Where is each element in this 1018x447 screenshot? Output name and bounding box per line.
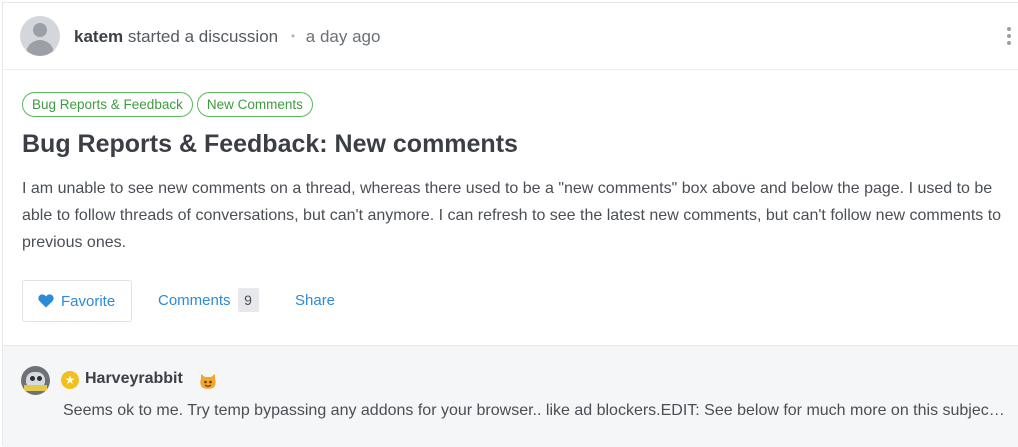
header-action: started a discussion: [127, 27, 279, 46]
reply-preview[interactable]: ★ Harveyrabbit Seems ok to me. Try temp …: [3, 345, 1018, 447]
tag-list: Bug Reports & Feedback New Comments: [22, 92, 313, 117]
discussion-card: katem started a discussion • a day ago B…: [2, 2, 1018, 447]
discussion-body: I am unable to see new comments on a thr…: [22, 180, 1002, 251]
reply-text: Seems ok to me. Try temp bypassing any a…: [63, 402, 1008, 419]
post-time: a day ago: [305, 27, 381, 46]
avatar-eye: [37, 376, 42, 381]
meta-separator: •: [290, 29, 296, 43]
avatar-body: [26, 40, 54, 56]
tag-new-comments[interactable]: New Comments: [196, 92, 313, 117]
share-button[interactable]: Share: [295, 292, 335, 309]
comments-label: Comments: [158, 291, 231, 309]
kebab-menu-icon[interactable]: [1006, 27, 1012, 47]
discussion-header: katem started a discussion • a day ago: [3, 3, 1018, 70]
avatar-sash: [24, 385, 47, 391]
kebab-dot: [1007, 41, 1011, 45]
kebab-dot: [1007, 34, 1011, 38]
avatar-eye: [30, 376, 35, 381]
tag-bug-reports[interactable]: Bug Reports & Feedback: [22, 92, 193, 117]
reply-author[interactable]: Harveyrabbit: [85, 370, 183, 388]
favorite-label: Favorite: [61, 292, 116, 310]
star-badge-icon: ★: [61, 371, 79, 389]
author-name[interactable]: katem: [74, 27, 123, 46]
avatar-head: [33, 23, 47, 37]
favorite-button[interactable]: Favorite: [22, 280, 132, 322]
comments-button[interactable]: Comments 9: [158, 288, 259, 312]
cat-emoji-icon: [200, 374, 216, 389]
author-avatar[interactable]: [20, 16, 60, 56]
discussion-title: Bug Reports & Feedback: New comments: [22, 130, 518, 158]
comments-count-badge: 9: [237, 288, 259, 312]
header-meta: katem started a discussion • a day ago: [74, 26, 380, 49]
kebab-dot: [1007, 27, 1011, 31]
heart-icon: [38, 294, 54, 308]
reply-avatar[interactable]: [21, 366, 50, 395]
